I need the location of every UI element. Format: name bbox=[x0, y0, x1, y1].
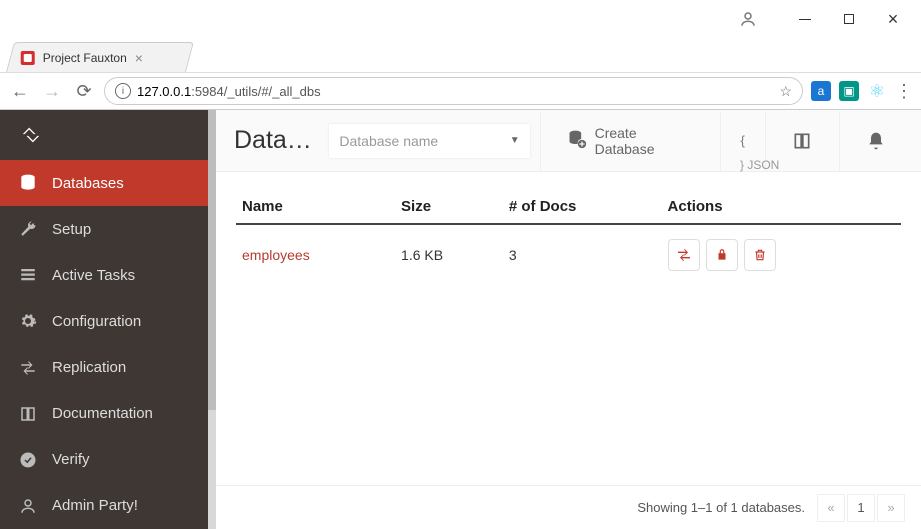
sidebar-item-label: Active Tasks bbox=[52, 267, 135, 284]
sidebar-item-setup[interactable]: Setup bbox=[0, 206, 208, 252]
database-plus-icon bbox=[567, 129, 587, 152]
delete-button[interactable] bbox=[744, 239, 776, 271]
create-database-label: Create Database bbox=[595, 125, 694, 157]
pager-page[interactable]: 1 bbox=[847, 494, 875, 522]
create-database-button[interactable]: Create Database bbox=[551, 125, 710, 157]
sidebar-item-databases[interactable]: Databases bbox=[0, 160, 208, 206]
window-chrome: × bbox=[0, 0, 921, 38]
pager: « 1 » bbox=[817, 494, 905, 522]
sidebar-item-label: Replication bbox=[52, 359, 126, 376]
db-size: 1.6 KB bbox=[395, 224, 503, 285]
table-row: employees 1.6 KB 3 bbox=[236, 224, 901, 285]
window-close-button[interactable]: × bbox=[873, 4, 913, 34]
tasks-icon bbox=[18, 266, 38, 284]
replicate-button[interactable] bbox=[668, 239, 700, 271]
window-maximize-button[interactable] bbox=[829, 4, 869, 34]
extension-react-icon[interactable]: ⚛ bbox=[867, 81, 887, 101]
sidebar-item-admin-party[interactable]: Admin Party! bbox=[0, 483, 208, 529]
sidebar: Databases Setup Active Tasks Configurati… bbox=[0, 110, 208, 529]
db-doc-count: 3 bbox=[503, 224, 662, 285]
dropdown-placeholder: Database name bbox=[339, 133, 438, 149]
topbar: Data… Database name ▼ Create Database { bbox=[216, 110, 921, 172]
col-name: Name bbox=[236, 190, 395, 224]
databases-table: Name Size # of Docs Actions employees 1.… bbox=[236, 190, 901, 285]
pager-prev[interactable]: « bbox=[817, 494, 845, 522]
database-name-dropdown[interactable]: Database name ▼ bbox=[329, 124, 529, 158]
window-minimize-button[interactable] bbox=[785, 4, 825, 34]
json-toggle-button[interactable]: { bbox=[731, 134, 755, 147]
site-info-icon[interactable]: i bbox=[115, 83, 131, 99]
notifications-button[interactable] bbox=[850, 111, 903, 171]
pager-next[interactable]: » bbox=[877, 494, 905, 522]
page-title: Data… bbox=[234, 126, 319, 155]
browser-tab-bar: Project Fauxton × bbox=[0, 38, 921, 72]
user-account-icon[interactable] bbox=[728, 4, 768, 34]
replication-icon bbox=[18, 359, 38, 377]
reload-button[interactable]: ⟳ bbox=[72, 79, 96, 103]
scrollbar[interactable] bbox=[208, 110, 216, 410]
col-docs: # of Docs bbox=[503, 190, 662, 224]
url-field[interactable]: i 127.0.0.1:5984/_utils/#/_all_dbs ☆ bbox=[104, 77, 803, 105]
footer-status: Showing 1–1 of 1 databases. bbox=[637, 500, 805, 515]
sidebar-item-replication[interactable]: Replication bbox=[0, 344, 208, 390]
browser-tab[interactable]: Project Fauxton × bbox=[6, 42, 194, 72]
col-size: Size bbox=[395, 190, 503, 224]
book-icon bbox=[18, 405, 38, 423]
fauxton-favicon bbox=[21, 51, 35, 65]
db-name-link[interactable]: employees bbox=[242, 247, 310, 263]
bookmark-star-icon[interactable]: ☆ bbox=[779, 83, 792, 100]
docs-link-button[interactable] bbox=[776, 111, 829, 171]
databases-table-wrap: Name Size # of Docs Actions employees 1.… bbox=[216, 172, 921, 485]
chevron-down-icon: ▼ bbox=[510, 135, 520, 146]
sidebar-item-label: Admin Party! bbox=[52, 497, 138, 514]
url-text: 127.0.0.1:5984/_utils/#/_all_dbs bbox=[137, 84, 321, 99]
gear-icon bbox=[18, 312, 38, 330]
browser-menu-button[interactable]: ⋮ bbox=[895, 81, 913, 102]
sidebar-item-label: Verify bbox=[52, 451, 90, 468]
fauxton-logo[interactable] bbox=[0, 110, 208, 160]
col-actions: Actions bbox=[662, 190, 901, 224]
check-circle-icon bbox=[18, 451, 38, 469]
footer: Showing 1–1 of 1 databases. « 1 » bbox=[216, 485, 921, 529]
forward-button[interactable]: → bbox=[40, 79, 64, 103]
user-icon bbox=[18, 497, 38, 515]
sidebar-item-active-tasks[interactable]: Active Tasks bbox=[0, 252, 208, 298]
sidebar-item-label: Configuration bbox=[52, 313, 141, 330]
sidebar-item-verify[interactable]: Verify bbox=[0, 437, 208, 483]
json-label-overlay: } JSON bbox=[740, 158, 779, 172]
extension-icon[interactable]: a bbox=[811, 81, 831, 101]
browser-address-bar: ← → ⟳ i 127.0.0.1:5984/_utils/#/_all_dbs… bbox=[0, 72, 921, 110]
back-button[interactable]: ← bbox=[8, 79, 32, 103]
tab-close-icon[interactable]: × bbox=[135, 50, 143, 66]
database-icon bbox=[18, 173, 38, 193]
sidebar-item-label: Documentation bbox=[52, 405, 153, 422]
content-area: Data… Database name ▼ Create Database { … bbox=[208, 110, 921, 529]
extension-icon[interactable]: ▣ bbox=[839, 81, 859, 101]
sidebar-item-documentation[interactable]: Documentation bbox=[0, 391, 208, 437]
app-root: Databases Setup Active Tasks Configurati… bbox=[0, 110, 921, 529]
wrench-icon bbox=[18, 220, 38, 238]
tab-title: Project Fauxton bbox=[43, 51, 127, 65]
permissions-button[interactable] bbox=[706, 239, 738, 271]
sidebar-item-configuration[interactable]: Configuration bbox=[0, 298, 208, 344]
sidebar-item-label: Setup bbox=[52, 221, 91, 238]
sidebar-item-label: Databases bbox=[52, 175, 124, 192]
